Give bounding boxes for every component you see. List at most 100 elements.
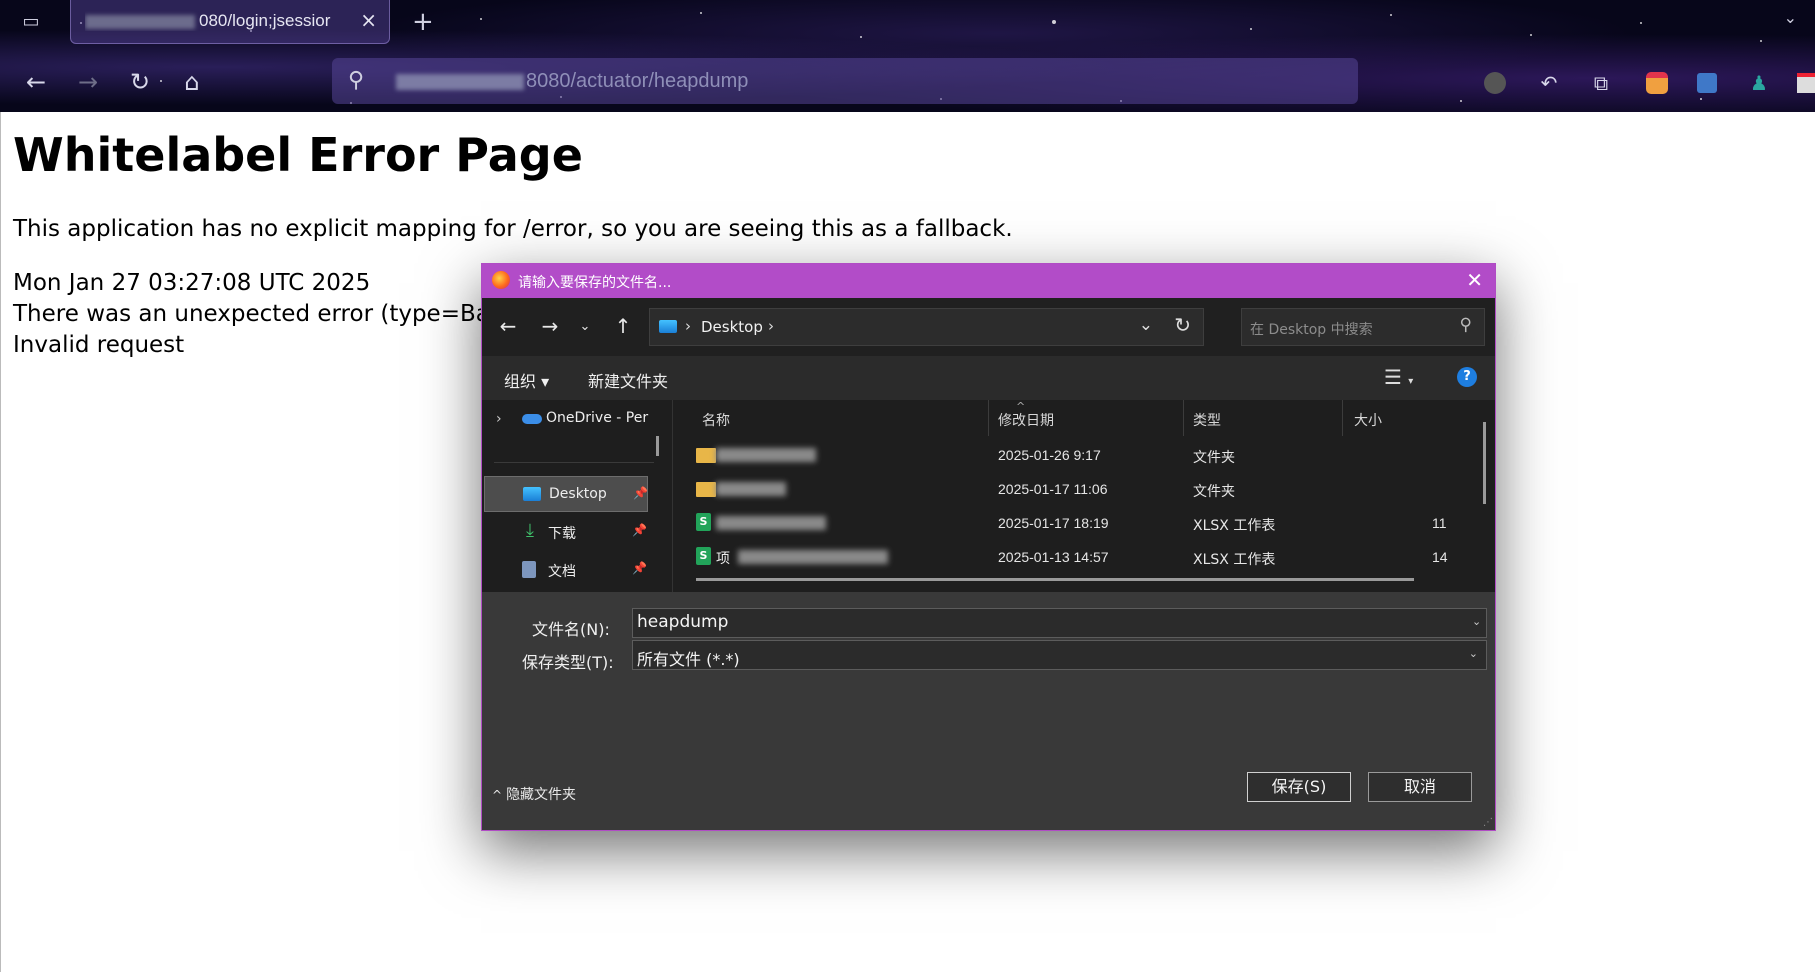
redacted-filename xyxy=(716,482,786,496)
nav-item-downloads[interactable]: ⤓ 下载 📌 xyxy=(484,514,648,550)
tab-close-icon[interactable]: × xyxy=(360,8,377,32)
file-row[interactable]: 2025-01-26 9:17 文件夹 xyxy=(672,438,1452,472)
dialog-footer: 文件名(N): heapdump ⌄ 保存类型(T): 所有文件 (*.*) ⌄… xyxy=(482,592,1495,830)
file-row[interactable]: S 2025-01-17 18:19 XLSX 工作表 11 xyxy=(672,506,1452,540)
tab-title: 080/login;jsessior xyxy=(85,11,355,31)
dialog-body: › OneDrive - Per Desktop 📌 ⤓ 下载 📌 文档 📌 ^… xyxy=(482,400,1495,592)
chevron-right-icon[interactable]: › xyxy=(496,411,502,427)
organize-menu[interactable]: 组织 ▾ xyxy=(504,368,549,392)
hide-folders-label: 隐藏文件夹 xyxy=(506,787,577,803)
error-description: This application has no explicit mapping… xyxy=(13,216,1013,242)
file-type: 文件夹 xyxy=(1193,450,1235,466)
dialog-title: 请输入要保存的文件名... xyxy=(518,275,672,291)
list-all-tabs-icon[interactable]: ⌄ xyxy=(1784,8,1797,27)
back-icon[interactable]: ← xyxy=(18,64,54,100)
extension-icon[interactable] xyxy=(1480,68,1510,98)
view-options-icon[interactable]: ☰ ▾ xyxy=(1384,365,1413,389)
tab-bar: ▭ 080/login;jsessior × + ⌄ xyxy=(0,0,1815,46)
reload-icon[interactable]: ↻ xyxy=(122,64,158,100)
tab-active[interactable]: 080/login;jsessior × xyxy=(70,0,390,44)
folder-icon xyxy=(696,482,716,497)
chevron-up-icon: ^ xyxy=(492,788,503,802)
download-icon: ⤓ xyxy=(526,520,534,541)
column-divider[interactable] xyxy=(1183,400,1184,436)
hide-folders-toggle[interactable]: ^ 隐藏文件夹 xyxy=(492,784,576,804)
xlsx-icon: S xyxy=(696,547,711,565)
vertical-scrollbar[interactable] xyxy=(1483,422,1486,504)
onedrive-icon xyxy=(522,414,542,424)
help-icon[interactable]: ? xyxy=(1457,367,1477,387)
nav-bar: ← → ↻ ⌂ ⚲ 8080/actuator/heapdump ↶ ⧉ ♟ xyxy=(0,54,1815,110)
file-modified: 2025-01-17 11:06 xyxy=(998,481,1108,497)
extension-figure-icon[interactable]: ♟ xyxy=(1744,68,1774,98)
search-input[interactable]: 在 Desktop 中搜索 ⚲ xyxy=(1241,308,1485,346)
scrollbar[interactable] xyxy=(656,436,659,456)
refresh-icon[interactable]: ↻ xyxy=(1174,313,1191,337)
close-icon[interactable]: ✕ xyxy=(1466,268,1483,292)
extension-badge-icon[interactable] xyxy=(1642,68,1672,98)
undo-icon[interactable]: ↶ xyxy=(1534,68,1564,98)
extensions-puzzle-icon[interactable]: ⧉ xyxy=(1586,68,1616,98)
dialog-titlebar[interactable]: 请输入要保存的文件名... ✕ xyxy=(482,264,1495,298)
extension-overflow-icon[interactable] xyxy=(1792,68,1815,98)
breadcrumb[interactable]: › Desktop › ⌄ ↻ xyxy=(649,308,1204,346)
divider xyxy=(494,462,654,463)
file-size: 14 xyxy=(1432,549,1448,565)
nav-item-label: 文档 xyxy=(548,564,576,580)
up-folder-icon[interactable]: ↑ xyxy=(609,312,637,340)
desktop-icon xyxy=(659,320,677,333)
folder-icon xyxy=(696,448,716,463)
pin-icon[interactable]: 📌 xyxy=(632,523,647,537)
file-modified: 2025-01-26 9:17 xyxy=(998,447,1101,463)
new-folder-button[interactable]: 新建文件夹 xyxy=(588,368,668,392)
nav-item-label: Desktop xyxy=(549,486,607,502)
resize-grip-icon[interactable]: ⋰ xyxy=(1483,817,1493,828)
nav-item-desktop[interactable]: Desktop 📌 xyxy=(484,476,648,512)
filetype-label: 保存类型(T): xyxy=(522,653,614,672)
new-tab-button[interactable]: + xyxy=(412,7,434,37)
home-icon[interactable]: ⌂ xyxy=(174,64,210,100)
column-divider[interactable] xyxy=(988,400,989,436)
file-type: 文件夹 xyxy=(1193,484,1235,500)
redacted-filename xyxy=(738,550,888,564)
cancel-button[interactable]: 取消 xyxy=(1368,772,1472,802)
pin-icon[interactable]: 📌 xyxy=(632,561,647,575)
forward-icon[interactable]: → xyxy=(536,312,564,340)
filetype-select[interactable]: 所有文件 (*.*) ⌄ xyxy=(632,640,1487,670)
breadcrumb-item-desktop[interactable]: Desktop xyxy=(701,318,763,336)
page-title: Whitelabel Error Page xyxy=(13,128,583,182)
redacted-filename xyxy=(716,516,826,530)
chevron-down-icon[interactable]: ⌄ xyxy=(1472,615,1481,628)
search-placeholder: 在 Desktop 中搜索 xyxy=(1250,322,1373,338)
breadcrumb-separator[interactable]: › xyxy=(768,317,774,335)
nav-item-label: 下载 xyxy=(548,526,576,542)
recent-locations-icon[interactable]: ⌄ xyxy=(571,312,599,340)
file-row[interactable]: 2025-01-17 11:06 文件夹 xyxy=(672,472,1452,506)
file-list: ^ 名称 修改日期 类型 大小 2025-01-26 9:17 文件夹 2025… xyxy=(672,400,1495,592)
nav-item-documents[interactable]: 文档 📌 xyxy=(484,552,648,588)
back-icon[interactable]: ← xyxy=(494,312,522,340)
column-divider[interactable] xyxy=(1342,400,1343,436)
horizontal-scrollbar[interactable] xyxy=(696,578,1414,581)
column-header-type[interactable]: 类型 xyxy=(1193,410,1221,430)
search-icon: ⚲ xyxy=(348,68,365,93)
column-header-size[interactable]: 大小 xyxy=(1354,410,1382,430)
chevron-down-icon[interactable]: ⌄ xyxy=(1139,315,1153,335)
file-row[interactable]: S 项 2025-01-13 14:57 XLSX 工作表 14 xyxy=(672,540,1452,574)
address-bar[interactable]: ⚲ 8080/actuator/heapdump xyxy=(332,58,1358,104)
pin-icon[interactable]: 📌 xyxy=(633,486,648,500)
save-file-dialog: 请输入要保存的文件名... ✕ ← → ⌄ ↑ › Desktop › ⌄ ↻ … xyxy=(481,263,1496,831)
search-icon[interactable]: ⚲ xyxy=(1460,315,1472,335)
url-text[interactable]: 8080/actuator/heapdump xyxy=(396,70,748,93)
column-header-name[interactable]: 名称 xyxy=(702,410,730,430)
forward-icon[interactable]: → xyxy=(70,64,106,100)
save-button[interactable]: 保存(S) xyxy=(1247,772,1351,802)
nav-item-onedrive[interactable]: OneDrive - Per xyxy=(546,410,648,426)
filename-field[interactable]: heapdump xyxy=(632,608,1487,638)
navigation-pane: › OneDrive - Per Desktop 📌 ⤓ 下载 📌 文档 📌 xyxy=(482,400,672,592)
save-to-disk-icon[interactable] xyxy=(1692,68,1722,98)
column-header-modified[interactable]: 修改日期 xyxy=(998,410,1054,430)
tab-list-icon[interactable]: ▭ xyxy=(18,9,44,33)
error-type: There was an unexpected error (type=Bad xyxy=(13,301,505,327)
file-type: XLSX 工作表 xyxy=(1193,552,1276,568)
